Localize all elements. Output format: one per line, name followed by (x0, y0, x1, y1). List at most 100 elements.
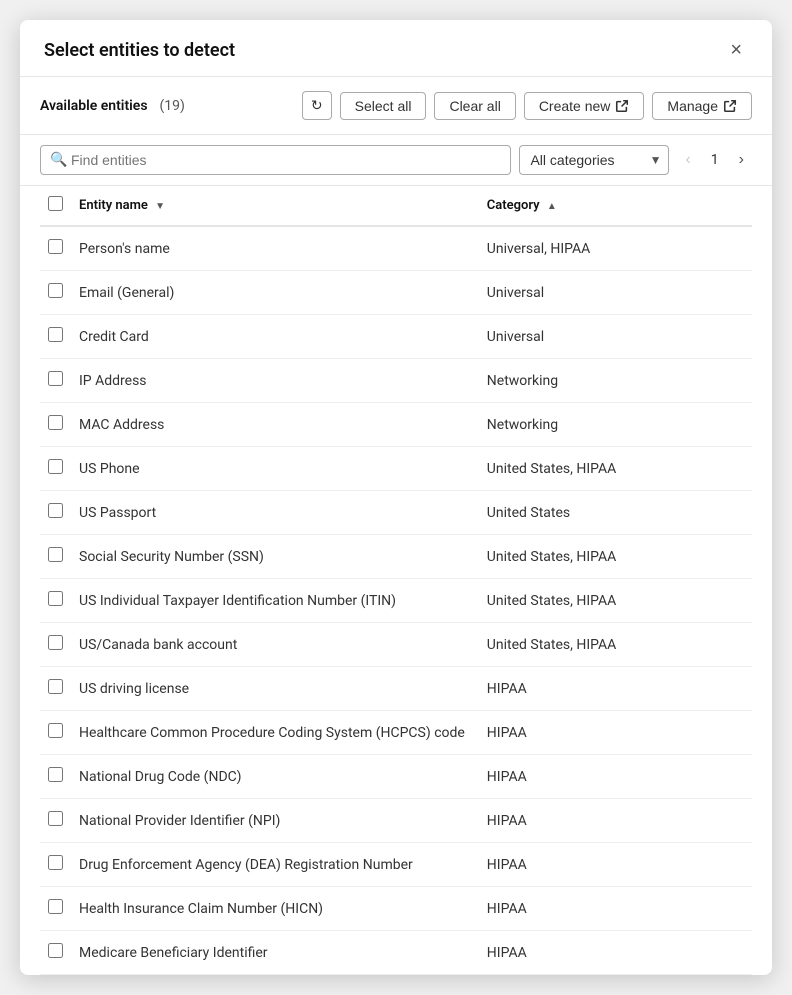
table-row: US PhoneUnited States, HIPAA (40, 447, 752, 491)
toolbar: Available entities (19) ↻ Select all Cle… (20, 77, 772, 135)
row-checkbox-5[interactable] (48, 459, 63, 474)
external-link-icon (615, 99, 629, 113)
cell-entity-name: Health Insurance Claim Number (HICN) (71, 887, 479, 931)
category-select[interactable]: All categories Universal Networking Unit… (519, 145, 669, 175)
category-sort-icon: ▲ (547, 201, 557, 212)
table-row: MAC AddressNetworking (40, 403, 752, 447)
row-checkbox-10[interactable] (48, 679, 63, 694)
cell-entity-name: National Drug Code (NDC) (71, 755, 479, 799)
col-entity-name[interactable]: Entity name ▼ (71, 186, 479, 226)
table-wrap: Entity name ▼ Category ▲ Person's nameUn… (20, 186, 772, 975)
col-category[interactable]: Category ▲ (479, 186, 752, 226)
row-checkbox-1[interactable] (48, 283, 63, 298)
row-checkbox-15[interactable] (48, 899, 63, 914)
modal: Select entities to detect × Available en… (20, 20, 772, 975)
row-checkbox-cell (40, 799, 71, 843)
manage-button[interactable]: Manage (652, 92, 752, 120)
row-checkbox-cell (40, 755, 71, 799)
close-button[interactable]: × (724, 38, 748, 62)
row-checkbox-2[interactable] (48, 327, 63, 342)
row-checkbox-cell (40, 931, 71, 975)
row-checkbox-8[interactable] (48, 591, 63, 606)
cell-category: HIPAA (479, 931, 752, 975)
next-page-button[interactable]: › (731, 147, 752, 173)
row-checkbox-13[interactable] (48, 811, 63, 826)
row-checkbox-cell (40, 359, 71, 403)
table-row: Medicare Beneficiary IdentifierHIPAA (40, 931, 752, 975)
row-checkbox-11[interactable] (48, 723, 63, 738)
cell-category: HIPAA (479, 667, 752, 711)
available-entities-label: Available entities (40, 98, 148, 114)
row-checkbox-cell (40, 711, 71, 755)
cell-category: HIPAA (479, 755, 752, 799)
table-row: Credit CardUniversal (40, 315, 752, 359)
prev-page-button[interactable]: ‹ (677, 147, 698, 173)
current-page: 1 (703, 148, 727, 172)
row-checkbox-4[interactable] (48, 415, 63, 430)
row-checkbox-cell (40, 667, 71, 711)
cell-entity-name: IP Address (71, 359, 479, 403)
cell-entity-name: National Provider Identifier (NPI) (71, 799, 479, 843)
row-checkbox-cell (40, 843, 71, 887)
row-checkbox-9[interactable] (48, 635, 63, 650)
refresh-button[interactable]: ↻ (302, 91, 332, 120)
row-checkbox-6[interactable] (48, 503, 63, 518)
table-row: US Individual Taxpayer Identification Nu… (40, 579, 752, 623)
search-input-wrap: 🔍 (40, 145, 511, 175)
create-new-label: Create new (539, 98, 611, 114)
cell-category: United States, HIPAA (479, 579, 752, 623)
cell-category: Networking (479, 403, 752, 447)
cell-category: Universal, HIPAA (479, 226, 752, 271)
search-icon: 🔍 (50, 152, 67, 168)
cell-entity-name: MAC Address (71, 403, 479, 447)
row-checkbox-cell (40, 579, 71, 623)
row-checkbox-cell (40, 315, 71, 359)
cell-category: United States, HIPAA (479, 535, 752, 579)
cell-entity-name: US Phone (71, 447, 479, 491)
row-checkbox-cell (40, 535, 71, 579)
modal-header: Select entities to detect × (20, 20, 772, 77)
cell-category: Universal (479, 271, 752, 315)
cell-entity-name: Social Security Number (SSN) (71, 535, 479, 579)
table-body: Person's nameUniversal, HIPAAEmail (Gene… (40, 226, 752, 975)
row-checkbox-cell (40, 491, 71, 535)
cell-category: HIPAA (479, 843, 752, 887)
row-checkbox-3[interactable] (48, 371, 63, 386)
create-new-button[interactable]: Create new (524, 92, 645, 120)
table-row: National Drug Code (NDC)HIPAA (40, 755, 752, 799)
row-checkbox-7[interactable] (48, 547, 63, 562)
cell-entity-name: US Individual Taxpayer Identification Nu… (71, 579, 479, 623)
manage-label: Manage (667, 98, 718, 114)
table-row: Social Security Number (SSN)United State… (40, 535, 752, 579)
table-row: US driving licenseHIPAA (40, 667, 752, 711)
table-row: Drug Enforcement Agency (DEA) Registrati… (40, 843, 752, 887)
entity-sort-icon: ▼ (155, 201, 165, 212)
table-header-row: Entity name ▼ Category ▲ (40, 186, 752, 226)
cell-category: HIPAA (479, 799, 752, 843)
table-row: Person's nameUniversal, HIPAA (40, 226, 752, 271)
cell-category: United States, HIPAA (479, 447, 752, 491)
cell-entity-name: Drug Enforcement Agency (DEA) Registrati… (71, 843, 479, 887)
cell-entity-name: Person's name (71, 226, 479, 271)
row-checkbox-14[interactable] (48, 855, 63, 870)
table-row: US PassportUnited States (40, 491, 752, 535)
cell-entity-name: Healthcare Common Procedure Coding Syste… (71, 711, 479, 755)
table-row: US/Canada bank accountUnited States, HIP… (40, 623, 752, 667)
table-row: IP AddressNetworking (40, 359, 752, 403)
row-checkbox-cell (40, 447, 71, 491)
search-input[interactable] (40, 145, 511, 175)
select-all-button[interactable]: Select all (340, 92, 427, 120)
pagination: ‹ 1 › (677, 147, 752, 173)
modal-title: Select entities to detect (44, 40, 235, 61)
external-link-icon-manage (723, 99, 737, 113)
row-checkbox-16[interactable] (48, 943, 63, 958)
row-checkbox-12[interactable] (48, 767, 63, 782)
cell-entity-name: US/Canada bank account (71, 623, 479, 667)
row-checkbox-cell (40, 623, 71, 667)
cell-entity-name: US Passport (71, 491, 479, 535)
header-checkbox-cell (40, 186, 71, 226)
select-all-checkbox[interactable] (48, 196, 63, 211)
clear-all-button[interactable]: Clear all (434, 92, 515, 120)
row-checkbox-0[interactable] (48, 239, 63, 254)
entities-table: Entity name ▼ Category ▲ Person's nameUn… (40, 186, 752, 975)
